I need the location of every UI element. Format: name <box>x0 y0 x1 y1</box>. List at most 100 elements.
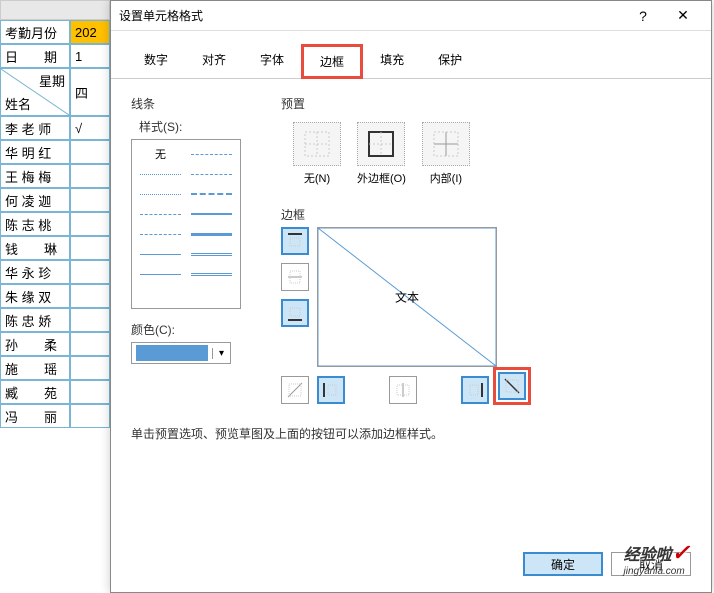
preset-item: 无(N) <box>293 122 341 186</box>
cell[interactable]: 202 <box>70 20 110 44</box>
style-option[interactable] <box>191 228 232 240</box>
line-style-box[interactable]: 无 <box>131 139 241 309</box>
watermark-main: 经验啦 <box>624 547 672 564</box>
cell[interactable] <box>70 332 110 356</box>
diag-down-highlight <box>493 367 531 405</box>
style-option[interactable] <box>140 248 181 260</box>
cell[interactable]: 李 老 师 <box>0 116 70 140</box>
style-none[interactable]: 无 <box>140 148 181 160</box>
cell[interactable] <box>70 308 110 332</box>
cell[interactable] <box>70 356 110 380</box>
sheet-row: 王 梅 梅 <box>0 164 110 188</box>
preset-label: 无(N) <box>293 170 341 186</box>
style-option[interactable] <box>191 168 232 180</box>
border-top-button[interactable] <box>281 227 309 255</box>
sheet-row: 何 凌 迦 <box>0 188 110 212</box>
border-diag-down-button[interactable] <box>498 372 526 400</box>
tab-3[interactable]: 边框 <box>301 44 363 79</box>
cell[interactable]: √ <box>70 116 110 140</box>
diagonal-header-cell[interactable]: 星期姓名 <box>0 68 70 116</box>
border-left-button[interactable] <box>317 376 345 404</box>
cell[interactable] <box>70 380 110 404</box>
cell[interactable]: 考勤月份 <box>0 20 70 44</box>
border-preview-box[interactable]: 文本 <box>317 227 497 367</box>
style-label: 样式(S): <box>139 118 261 135</box>
cell[interactable] <box>70 164 110 188</box>
cell[interactable]: 朱 缘 双 <box>0 284 70 308</box>
right-panel: 预置 无(N) 外边框(O) 内部(I) 边框 <box>281 95 691 405</box>
sheet-row: 孙 柔 <box>0 332 110 356</box>
sheet-row: 星期姓名四 <box>0 68 110 116</box>
border-right-button[interactable] <box>461 376 489 404</box>
style-option[interactable] <box>140 168 181 180</box>
cell[interactable]: 钱 琳 <box>0 236 70 260</box>
style-option[interactable] <box>191 208 232 220</box>
sheet-row: 冯 丽 <box>0 404 110 428</box>
sheet-row: 陈 志 桃 <box>0 212 110 236</box>
preset-row: 无(N) 外边框(O) 内部(I) <box>293 122 691 186</box>
style-option[interactable] <box>191 268 232 280</box>
cell[interactable]: 何 凌 迦 <box>0 188 70 212</box>
cell[interactable]: 四 <box>70 68 110 116</box>
cell[interactable]: 冯 丽 <box>0 404 70 428</box>
cell[interactable]: 日 期 <box>0 44 70 68</box>
cell[interactable]: 陈 忠 娇 <box>0 308 70 332</box>
cell[interactable]: 陈 志 桃 <box>0 212 70 236</box>
preset-label: 内部(I) <box>422 170 470 186</box>
style-option[interactable] <box>140 208 181 220</box>
style-option[interactable] <box>140 228 181 240</box>
ok-button[interactable]: 确定 <box>523 552 603 576</box>
cell[interactable]: 孙 柔 <box>0 332 70 356</box>
style-option[interactable] <box>140 268 181 280</box>
chevron-down-icon: ▾ <box>212 348 230 359</box>
preset-label: 外边框(O) <box>357 170 406 186</box>
preset-button-0[interactable] <box>293 122 341 166</box>
tab-1[interactable]: 对齐 <box>185 44 243 79</box>
col-header-row <box>0 0 110 20</box>
help-button[interactable]: ? <box>623 1 663 31</box>
border-diag-up-button[interactable] <box>281 376 309 404</box>
watermark-sub: jingyanla.com <box>624 566 690 577</box>
preset-item: 外边框(O) <box>357 122 406 186</box>
tab-5[interactable]: 保护 <box>421 44 479 79</box>
sheet-row: 华 永 珍 <box>0 260 110 284</box>
color-swatch <box>136 345 208 361</box>
cell[interactable] <box>70 140 110 164</box>
border-section-label: 边框 <box>281 206 691 223</box>
cell[interactable] <box>70 260 110 284</box>
cell[interactable]: 华 明 红 <box>0 140 70 164</box>
preset-button-1[interactable] <box>357 122 405 166</box>
cell[interactable]: 臧 苑 <box>0 380 70 404</box>
cell[interactable] <box>70 404 110 428</box>
sheet-row: 考勤月份202 <box>0 20 110 44</box>
style-option[interactable] <box>191 188 232 200</box>
sheet-row: 华 明 红 <box>0 140 110 164</box>
preset-section-label: 预置 <box>281 95 691 112</box>
cell[interactable] <box>70 284 110 308</box>
color-dropdown[interactable]: ▾ <box>131 342 231 364</box>
close-button[interactable]: ✕ <box>663 1 703 31</box>
preset-button-2[interactable] <box>422 122 470 166</box>
cell[interactable]: 1 <box>70 44 110 68</box>
dialog-title: 设置单元格格式 <box>119 7 623 24</box>
tab-4[interactable]: 填充 <box>363 44 421 79</box>
tab-bar: 数字对齐字体边框填充保护 <box>111 31 711 79</box>
style-option[interactable] <box>140 188 181 200</box>
tab-2[interactable]: 字体 <box>243 44 301 79</box>
border-vcenter-button[interactable] <box>389 376 417 404</box>
cell[interactable]: 华 永 珍 <box>0 260 70 284</box>
border-middle-button[interactable] <box>281 263 309 291</box>
cell[interactable] <box>70 236 110 260</box>
border-section: 文本 <box>281 227 691 405</box>
left-panel: 线条 样式(S): 无 <box>131 95 261 364</box>
cell[interactable]: 施 瑶 <box>0 356 70 380</box>
border-bottom-button[interactable] <box>281 299 309 327</box>
cell[interactable] <box>70 212 110 236</box>
tab-0[interactable]: 数字 <box>127 44 185 79</box>
style-option[interactable] <box>191 148 232 160</box>
cell[interactable] <box>70 188 110 212</box>
color-label: 颜色(C): <box>131 321 261 338</box>
titlebar: 设置单元格格式 ? ✕ <box>111 1 711 31</box>
cell[interactable]: 王 梅 梅 <box>0 164 70 188</box>
style-option[interactable] <box>191 248 232 260</box>
